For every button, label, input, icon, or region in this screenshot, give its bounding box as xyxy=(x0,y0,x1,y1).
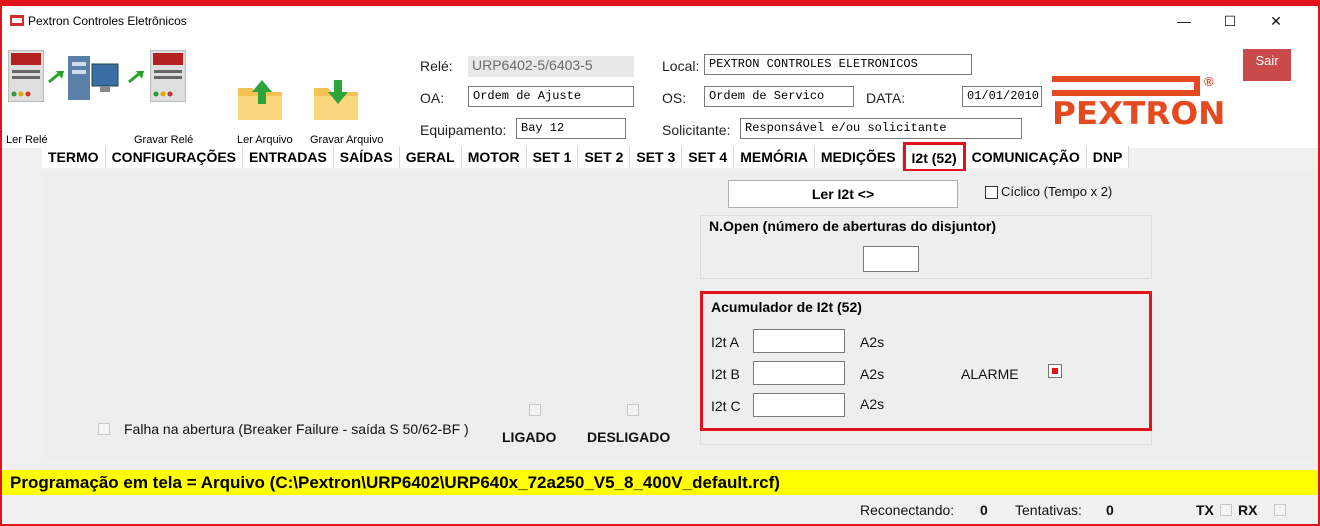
tab-configuracoes[interactable]: CONFIGURAÇÕES xyxy=(106,146,244,168)
tab-bar: TERMO CONFIGURAÇÕES ENTRADAS SAÍDAS GERA… xyxy=(42,142,1130,172)
data-field[interactable]: 01/01/2010 xyxy=(962,86,1042,107)
i2t-panel: Ler I2t <> Cíclico (Tempo x 2) N.Open (n… xyxy=(42,171,1316,458)
arrow-icon xyxy=(48,71,64,84)
app-icon xyxy=(10,15,24,26)
write-file-button[interactable]: Gravar Arquivo xyxy=(308,48,400,148)
minimize-button[interactable]: — xyxy=(1161,6,1207,36)
i2t-a-field[interactable] xyxy=(753,329,845,353)
i2t-c-unit: A2s xyxy=(860,396,885,412)
logo-reg: ® xyxy=(1204,74,1214,89)
nopen-group: N.Open (número de aberturas do disjuntor… xyxy=(700,215,1152,279)
tab-i2t-52[interactable]: I2t (52) xyxy=(902,142,966,172)
folder-down-icon xyxy=(314,80,358,120)
desligado-label: DESLIGADO xyxy=(587,429,671,445)
solicitante-label: Solicitante: xyxy=(662,122,731,138)
tab-motor[interactable]: MOTOR xyxy=(462,146,527,168)
oa-field[interactable]: Ordem de Ajuste xyxy=(468,86,634,107)
i2t-c-label: I2t C xyxy=(711,398,741,414)
os-field[interactable]: Ordem de Servico xyxy=(704,86,854,107)
tab-entradas[interactable]: ENTRADAS xyxy=(243,146,334,168)
tab-saidas[interactable]: SAÍDAS xyxy=(334,146,400,168)
accumulator-title: Acumulador de I2t (52) xyxy=(711,299,862,315)
i2t-a-unit: A2s xyxy=(860,334,885,350)
local-label: Local: xyxy=(662,58,700,74)
breaker-failure-label: Falha na abertura (Breaker Failure - saí… xyxy=(124,421,469,437)
write-file-label: Gravar Arquivo xyxy=(310,134,384,146)
rx-indicator xyxy=(1274,504,1286,516)
app-window: Pextron Controles Eletrônicos — ☐ ✕ Ler … xyxy=(0,0,1320,526)
window-title: Pextron Controles Eletrônicos xyxy=(28,14,187,28)
tries-count: 0 xyxy=(1106,502,1114,518)
write-relay-label: Gravar Relé xyxy=(134,134,194,146)
i2t-b-label: I2t B xyxy=(711,366,740,382)
read-relay-label: Ler Relé xyxy=(6,134,48,146)
tab-comunicacao[interactable]: COMUNICAÇÃO xyxy=(966,146,1087,168)
logo-text: PEXTRON xyxy=(1052,96,1226,132)
toolbar: Ler Relé Gravar Relé Ler Arquivo Gravar … xyxy=(2,36,1318,148)
tab-medicoes[interactable]: MEDIÇÕES xyxy=(815,146,903,168)
title-bar: Pextron Controles Eletrônicos — ☐ ✕ xyxy=(2,6,1318,36)
data-label: DATA: xyxy=(866,90,906,106)
i2t-c-field[interactable] xyxy=(753,393,845,417)
tx-indicator xyxy=(1220,504,1232,516)
maximize-button[interactable]: ☐ xyxy=(1207,6,1253,36)
rele-label: Relé: xyxy=(420,58,453,74)
tab-set-1[interactable]: SET 1 xyxy=(527,146,579,168)
tab-set-3[interactable]: SET 3 xyxy=(630,146,683,168)
status-bar: Programação em tela = Arquivo (C:\Pextro… xyxy=(2,470,1318,495)
tab-set-4[interactable]: SET 4 xyxy=(682,146,735,168)
i2t-b-unit: A2s xyxy=(860,366,885,382)
equipamento-field[interactable]: Bay 12 xyxy=(516,118,626,139)
tab-termo[interactable]: TERMO xyxy=(42,146,106,168)
relay-device-icon xyxy=(150,50,186,102)
computer-icon xyxy=(68,56,119,100)
arrow-icon xyxy=(128,71,144,84)
i2t-b-field[interactable] xyxy=(753,361,845,385)
nopen-title: N.Open (número de aberturas do disjuntor… xyxy=(709,218,997,234)
cyclic-checkbox[interactable] xyxy=(985,186,998,199)
oa-label: OA: xyxy=(420,90,445,106)
ligado-indicator xyxy=(529,404,541,416)
local-field[interactable]: PEXTRON CONTROLES ELETRONICOS xyxy=(704,54,972,75)
folder-up-icon xyxy=(238,80,282,120)
equipamento-label: Equipamento: xyxy=(420,122,507,138)
tab-set-2[interactable]: SET 2 xyxy=(578,146,631,168)
i2t-a-label: I2t A xyxy=(711,334,740,350)
read-file-label: Ler Arquivo xyxy=(237,134,293,146)
rx-label: RX xyxy=(1238,502,1258,518)
alarm-indicator xyxy=(1048,364,1062,378)
cyclic-label: Cíclico (Tempo x 2) xyxy=(1001,184,1113,199)
read-i2t-button[interactable]: Ler I2t <> xyxy=(728,180,958,208)
ligado-label: LIGADO xyxy=(502,429,557,445)
reconnect-label: Reconectando: xyxy=(860,502,955,518)
tries-label: Tentativas: xyxy=(1015,502,1082,518)
os-label: OS: xyxy=(662,90,687,106)
tx-label: TX xyxy=(1196,502,1214,518)
write-relay-button[interactable]: Gravar Relé xyxy=(128,48,208,148)
read-file-button[interactable]: Ler Arquivo xyxy=(232,48,308,148)
accumulator-group: Acumulador de I2t (52) I2t A A2s I2t B A… xyxy=(700,291,1152,431)
exit-button[interactable]: Sair xyxy=(1243,49,1291,81)
solicitante-field[interactable]: Responsável e/ou solicitante xyxy=(740,118,1022,139)
desligado-indicator xyxy=(627,404,639,416)
read-relay-button[interactable]: Ler Relé xyxy=(2,48,122,148)
alarm-led-icon xyxy=(1052,368,1058,374)
tab-dnp[interactable]: DNP xyxy=(1087,146,1130,168)
breaker-failure-checkbox[interactable] xyxy=(98,423,110,435)
nopen-field[interactable] xyxy=(863,246,919,272)
alarm-label: ALARME xyxy=(961,366,1019,382)
tab-geral[interactable]: GERAL xyxy=(400,146,462,168)
rele-field: URP6402-5/6403-5 xyxy=(468,56,634,77)
reconnect-count: 0 xyxy=(980,502,988,518)
relay-device-icon xyxy=(8,50,44,102)
pextron-logo: ® PEXTRON xyxy=(1052,72,1226,132)
connection-bar: Reconectando: 0 Tentativas: 0 TX RX xyxy=(2,497,1318,524)
tab-memoria[interactable]: MEMÓRIA xyxy=(734,146,815,168)
close-button[interactable]: ✕ xyxy=(1253,6,1299,36)
